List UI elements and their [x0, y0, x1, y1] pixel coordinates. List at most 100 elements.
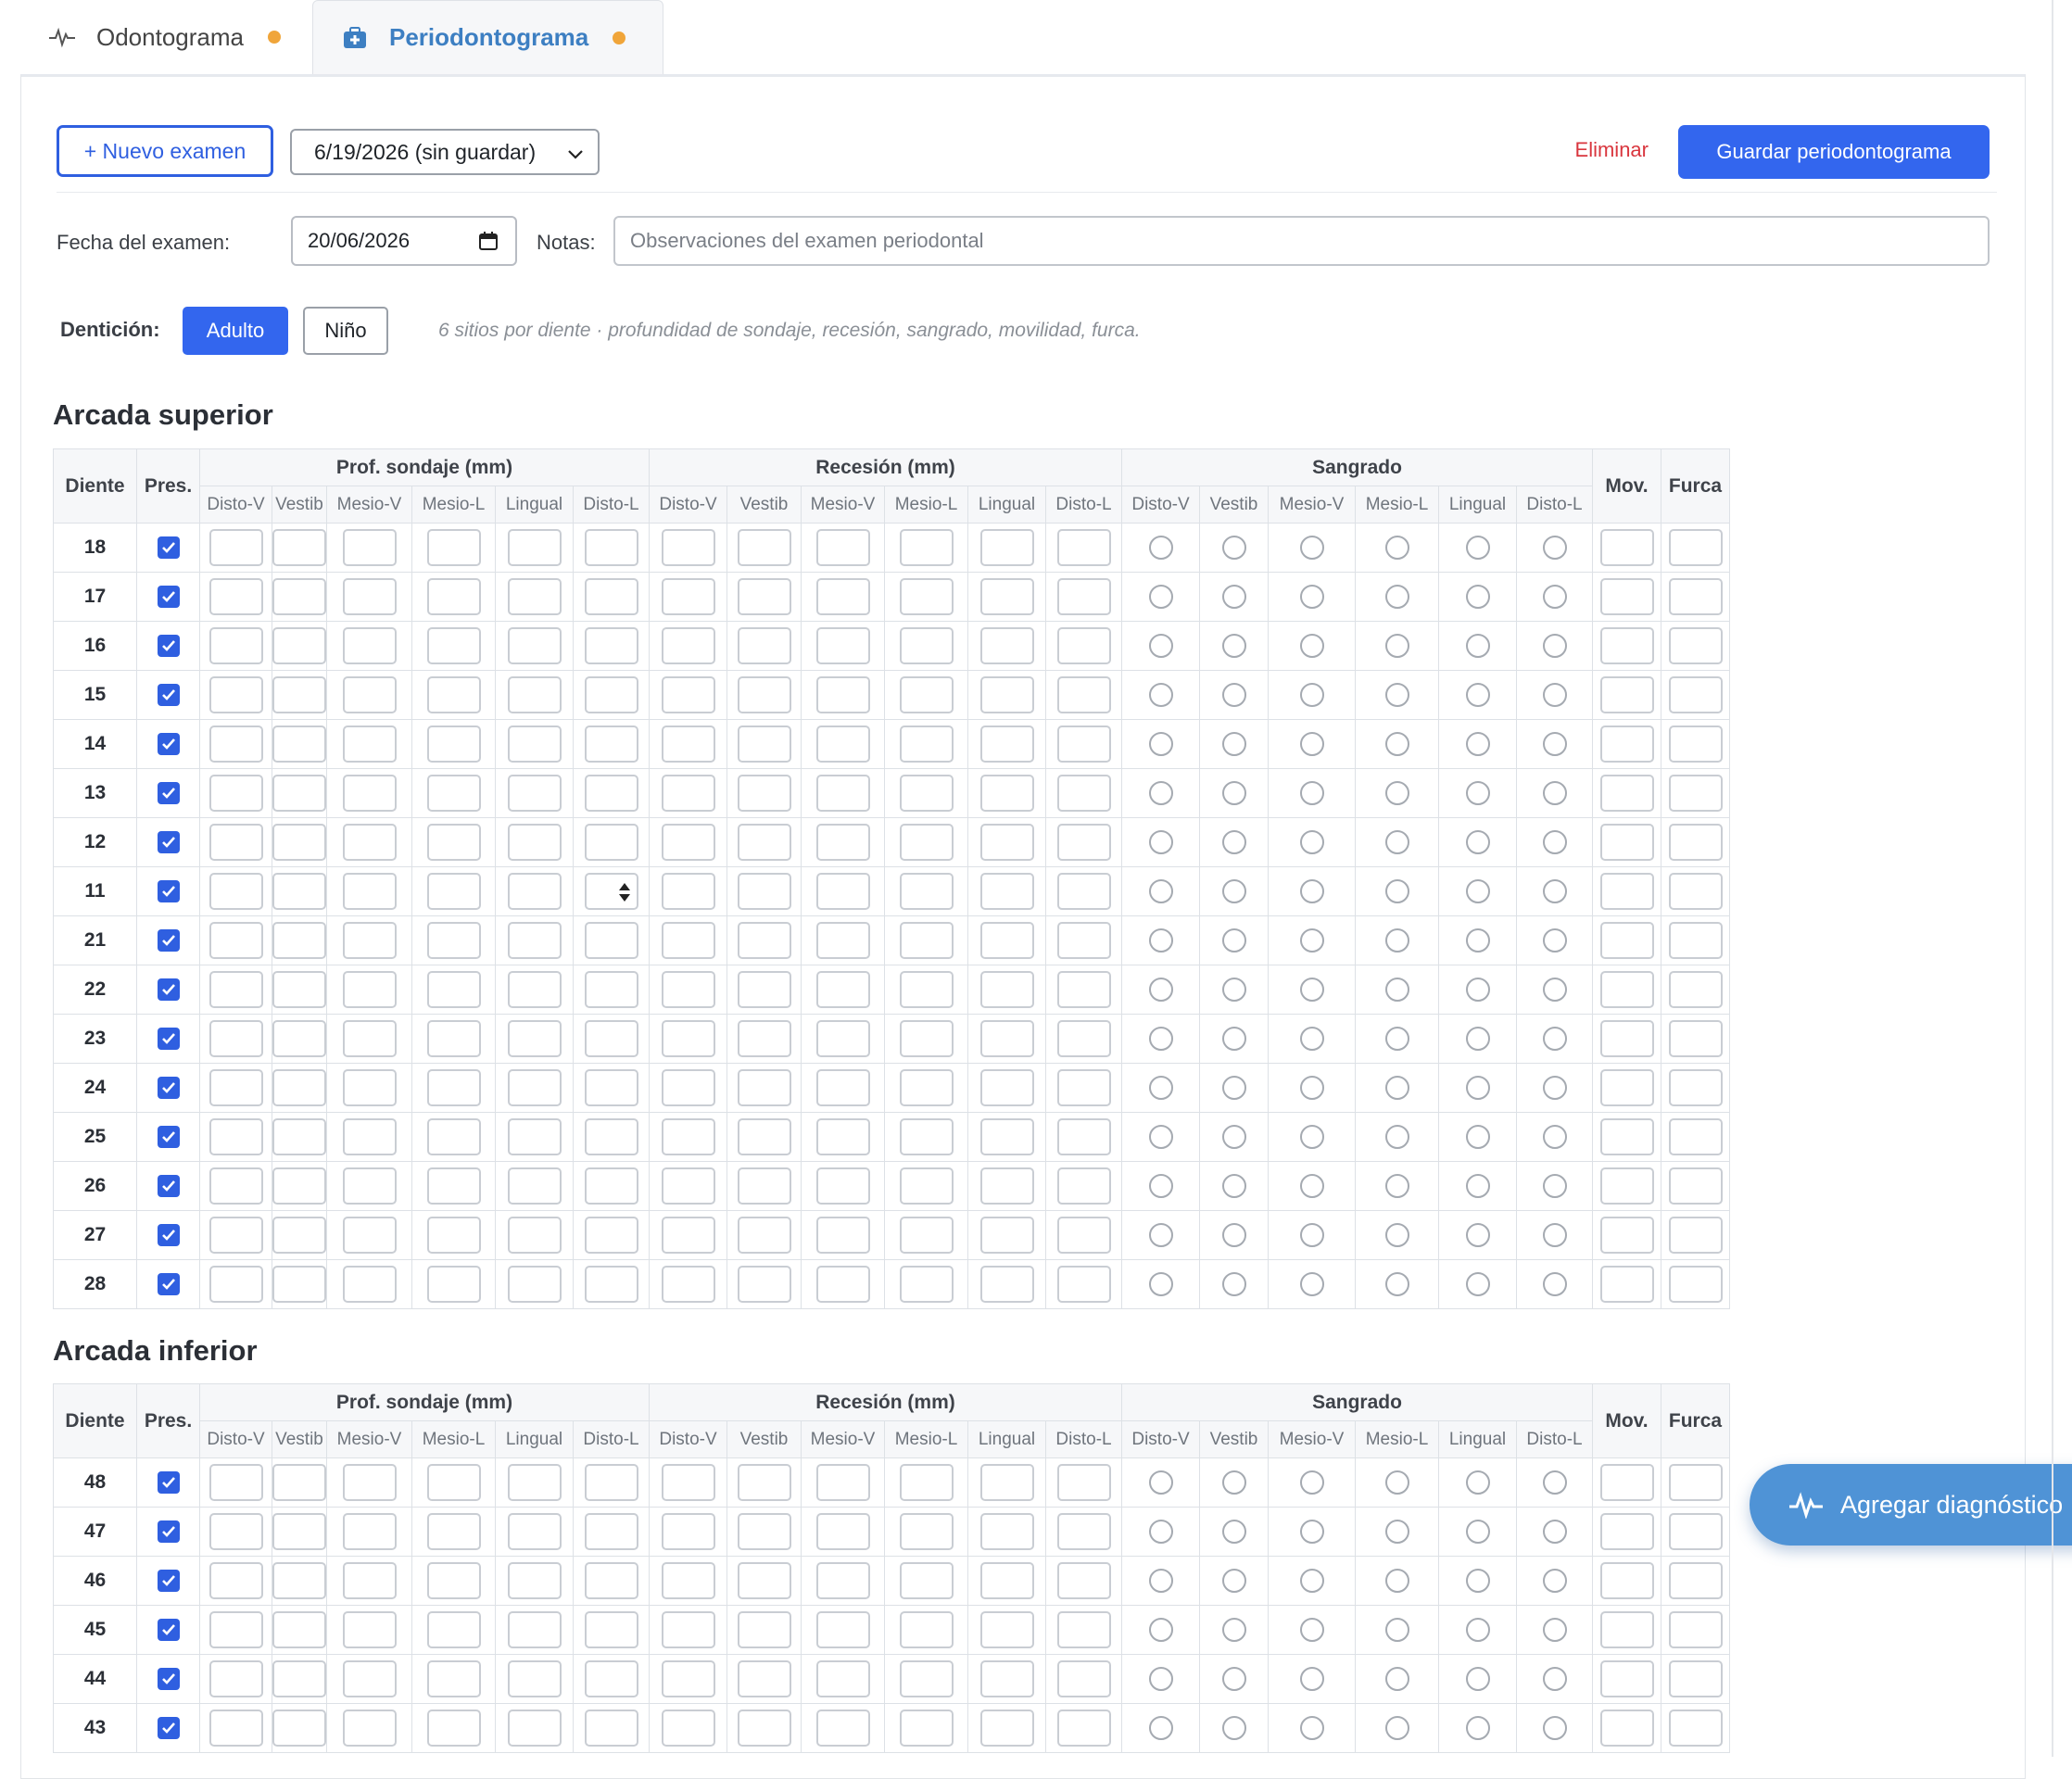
bleeding-radio[interactable]	[1465, 978, 1490, 1002]
bleeding-radio[interactable]	[1299, 830, 1324, 854]
bleeding-radio[interactable]	[1542, 1569, 1567, 1593]
recession-input[interactable]	[815, 725, 870, 763]
recession-input[interactable]	[661, 1069, 715, 1106]
present-checkbox[interactable]	[157, 880, 180, 902]
probing-depth-input[interactable]	[342, 1710, 397, 1747]
bleeding-radio[interactable]	[1148, 1569, 1173, 1593]
mobility-input[interactable]	[1599, 824, 1654, 861]
probing-depth-input[interactable]	[342, 1464, 397, 1501]
bleeding-radio[interactable]	[1384, 1125, 1409, 1149]
mobility-input[interactable]	[1599, 1266, 1654, 1303]
recession-input[interactable]	[899, 1167, 954, 1205]
furcation-input[interactable]	[1668, 922, 1723, 959]
mobility-input[interactable]	[1599, 1611, 1654, 1648]
recession-input[interactable]	[737, 1660, 791, 1697]
bleeding-radio[interactable]	[1148, 1618, 1173, 1642]
recession-input[interactable]	[737, 578, 791, 615]
bleeding-radio[interactable]	[1384, 1569, 1409, 1593]
furcation-input[interactable]	[1668, 1217, 1723, 1254]
recession-input[interactable]	[815, 922, 870, 959]
probing-depth-input[interactable]	[272, 1020, 326, 1057]
probing-depth-input[interactable]	[584, 1710, 638, 1747]
recession-input[interactable]	[737, 873, 791, 910]
recession-input[interactable]	[815, 1464, 870, 1501]
probing-depth-input[interactable]	[507, 1217, 562, 1254]
recession-input[interactable]	[899, 1020, 954, 1057]
recession-input[interactable]	[661, 1217, 715, 1254]
present-checkbox[interactable]	[157, 733, 180, 755]
recession-input[interactable]	[661, 775, 715, 812]
recession-input[interactable]	[1056, 1020, 1111, 1057]
bleeding-radio[interactable]	[1542, 1716, 1567, 1740]
recession-input[interactable]	[737, 1562, 791, 1599]
present-checkbox[interactable]	[157, 684, 180, 706]
probing-depth-input[interactable]	[426, 725, 481, 763]
recession-input[interactable]	[661, 1464, 715, 1501]
recession-input[interactable]	[1056, 578, 1111, 615]
bleeding-radio[interactable]	[1465, 1569, 1490, 1593]
recession-input[interactable]	[737, 1118, 791, 1155]
bleeding-radio[interactable]	[1299, 1223, 1324, 1247]
bleeding-radio[interactable]	[1299, 634, 1324, 658]
furcation-input[interactable]	[1668, 1710, 1723, 1747]
bleeding-radio[interactable]	[1384, 781, 1409, 805]
bleeding-radio[interactable]	[1148, 928, 1173, 953]
probing-depth-input[interactable]	[426, 1069, 481, 1106]
recession-input[interactable]	[737, 1611, 791, 1648]
probing-depth-input[interactable]	[208, 971, 263, 1008]
present-checkbox[interactable]	[157, 1668, 180, 1690]
recession-input[interactable]	[737, 1513, 791, 1550]
mobility-input[interactable]	[1599, 1710, 1654, 1747]
probing-depth-input[interactable]	[208, 1069, 263, 1106]
probing-depth-input[interactable]	[208, 1562, 263, 1599]
probing-depth-input[interactable]	[426, 1266, 481, 1303]
bleeding-radio[interactable]	[1299, 1520, 1324, 1544]
probing-depth-input[interactable]	[208, 1266, 263, 1303]
bleeding-radio[interactable]	[1542, 879, 1567, 903]
bleeding-radio[interactable]	[1465, 634, 1490, 658]
bleeding-radio[interactable]	[1299, 732, 1324, 756]
bleeding-radio[interactable]	[1221, 1223, 1246, 1247]
recession-input[interactable]	[661, 922, 715, 959]
probing-depth-input[interactable]	[426, 1660, 481, 1697]
recession-input[interactable]	[661, 627, 715, 664]
recession-input[interactable]	[979, 873, 1034, 910]
recession-input[interactable]	[661, 873, 715, 910]
probing-depth-input[interactable]	[208, 578, 263, 615]
recession-input[interactable]	[979, 1217, 1034, 1254]
bleeding-radio[interactable]	[1384, 1716, 1409, 1740]
bleeding-radio[interactable]	[1542, 1076, 1567, 1100]
tab-periodontograma[interactable]: Periodontograma	[311, 0, 664, 74]
bleeding-radio[interactable]	[1299, 781, 1324, 805]
bleeding-radio[interactable]	[1299, 1027, 1324, 1051]
probing-depth-input[interactable]	[342, 676, 397, 713]
mobility-input[interactable]	[1599, 1069, 1654, 1106]
recession-input[interactable]	[737, 922, 791, 959]
bleeding-radio[interactable]	[1148, 1520, 1173, 1544]
recession-input[interactable]	[899, 725, 954, 763]
present-checkbox[interactable]	[157, 831, 180, 853]
present-checkbox[interactable]	[157, 635, 180, 657]
probing-depth-input[interactable]	[272, 971, 326, 1008]
probing-depth-input[interactable]	[584, 922, 638, 959]
bleeding-radio[interactable]	[1221, 1470, 1246, 1495]
recession-input[interactable]	[899, 627, 954, 664]
bleeding-radio[interactable]	[1299, 1569, 1324, 1593]
mobility-input[interactable]	[1599, 1118, 1654, 1155]
probing-depth-input[interactable]	[208, 529, 263, 566]
probing-depth-input[interactable]	[426, 1118, 481, 1155]
bleeding-radio[interactable]	[1148, 634, 1173, 658]
recession-input[interactable]	[661, 1266, 715, 1303]
bleeding-radio[interactable]	[1221, 978, 1246, 1002]
mobility-input[interactable]	[1599, 725, 1654, 763]
probing-depth-input[interactable]	[208, 1217, 263, 1254]
recession-input[interactable]	[737, 676, 791, 713]
present-checkbox[interactable]	[157, 978, 180, 1001]
probing-depth-input[interactable]	[507, 1710, 562, 1747]
recession-input[interactable]	[979, 1660, 1034, 1697]
bleeding-radio[interactable]	[1542, 1027, 1567, 1051]
probing-depth-input[interactable]	[584, 578, 638, 615]
bleeding-radio[interactable]	[1221, 1076, 1246, 1100]
recession-input[interactable]	[661, 1660, 715, 1697]
probing-depth-input[interactable]	[584, 1069, 638, 1106]
